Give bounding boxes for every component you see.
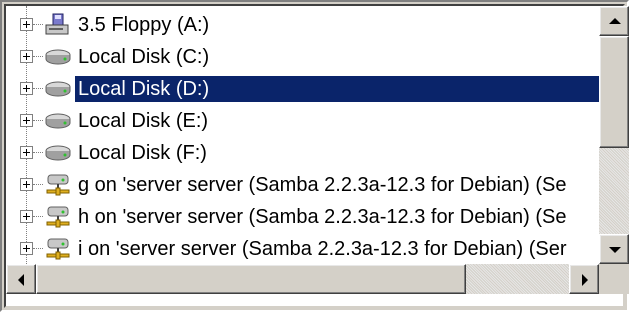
network-drive-icon <box>44 205 72 229</box>
drive-tree-frame: 3.5 Floppy (A:) Local Disk (C:) Local Di… <box>0 0 629 312</box>
expand-plus-icon[interactable] <box>20 178 33 191</box>
drive-tree-panel: 3.5 Floppy (A:) Local Disk (C:) Local Di… <box>4 4 629 308</box>
arrow-left-icon <box>18 274 24 286</box>
network-drive-icon <box>44 237 72 261</box>
scroll-up-button[interactable] <box>599 6 629 36</box>
expand-plus-icon[interactable] <box>20 242 33 255</box>
tree-item-floppy-a[interactable]: 3.5 Floppy (A:) <box>6 9 599 41</box>
tree-item-disk-d[interactable]: Local Disk (D:) <box>6 73 599 105</box>
tree-connector <box>33 152 43 153</box>
tree-item-network-i[interactable]: i on 'server server (Samba 2.2.3a-12.3 f… <box>6 233 599 264</box>
expand-plus-icon[interactable] <box>20 50 33 63</box>
expand-plus-icon[interactable] <box>20 210 33 223</box>
vertical-scroll-thumb[interactable] <box>599 36 629 148</box>
drive-tree[interactable]: 3.5 Floppy (A:) Local Disk (C:) Local Di… <box>6 6 599 264</box>
tree-item-label: g on 'server server (Samba 2.2.3a-12.3 f… <box>78 174 567 196</box>
tree-item-label: Local Disk (F:) <box>78 142 207 164</box>
tree-item-label: 3.5 Floppy (A:) <box>78 14 210 36</box>
tree-item-disk-e[interactable]: Local Disk (E:) <box>6 105 599 137</box>
scrollbar-corner <box>599 264 629 294</box>
expand-plus-icon[interactable] <box>20 18 33 31</box>
scroll-down-button[interactable] <box>599 234 629 264</box>
tree-item-label: Local Disk (E:) <box>78 110 209 132</box>
expand-plus-icon[interactable] <box>20 146 33 159</box>
tree-item-label: Local Disk (D:) <box>75 76 213 102</box>
hard-disk-icon <box>44 141 72 165</box>
tree-item-disk-f[interactable]: Local Disk (F:) <box>6 137 599 169</box>
tree-connector <box>33 216 43 217</box>
horizontal-scroll-thumb[interactable] <box>36 264 466 294</box>
network-drive-icon <box>44 173 72 197</box>
vertical-scrollbar[interactable] <box>599 6 629 264</box>
scroll-left-button[interactable] <box>6 264 36 294</box>
tree-connector <box>33 248 43 249</box>
arrow-down-icon <box>609 247 621 253</box>
hard-disk-icon <box>44 45 72 69</box>
arrow-right-icon <box>582 274 588 286</box>
tree-item-label: h on 'server server (Samba 2.2.3a-12.3 f… <box>78 206 567 228</box>
tree-item-disk-c[interactable]: Local Disk (C:) <box>6 41 599 73</box>
tree-connector <box>33 184 43 185</box>
tree-item-label: Local Disk (C:) <box>78 46 210 68</box>
scroll-right-button[interactable] <box>569 264 599 294</box>
tree-item-label: i on 'server server (Samba 2.2.3a-12.3 f… <box>78 238 567 260</box>
hard-disk-icon <box>44 77 72 101</box>
tree-item-network-g[interactable]: g on 'server server (Samba 2.2.3a-12.3 f… <box>6 169 599 201</box>
floppy-drive-icon <box>44 13 72 37</box>
tree-connector <box>33 56 43 57</box>
tree-connector <box>33 120 43 121</box>
arrow-up-icon <box>609 18 621 24</box>
horizontal-scrollbar[interactable] <box>6 264 599 294</box>
tree-connector <box>33 88 43 89</box>
tree-item-network-h[interactable]: h on 'server server (Samba 2.2.3a-12.3 f… <box>6 201 599 233</box>
tree-connector <box>33 24 43 25</box>
expand-plus-icon[interactable] <box>20 82 33 95</box>
expand-plus-icon[interactable] <box>20 114 33 127</box>
hard-disk-icon <box>44 109 72 133</box>
